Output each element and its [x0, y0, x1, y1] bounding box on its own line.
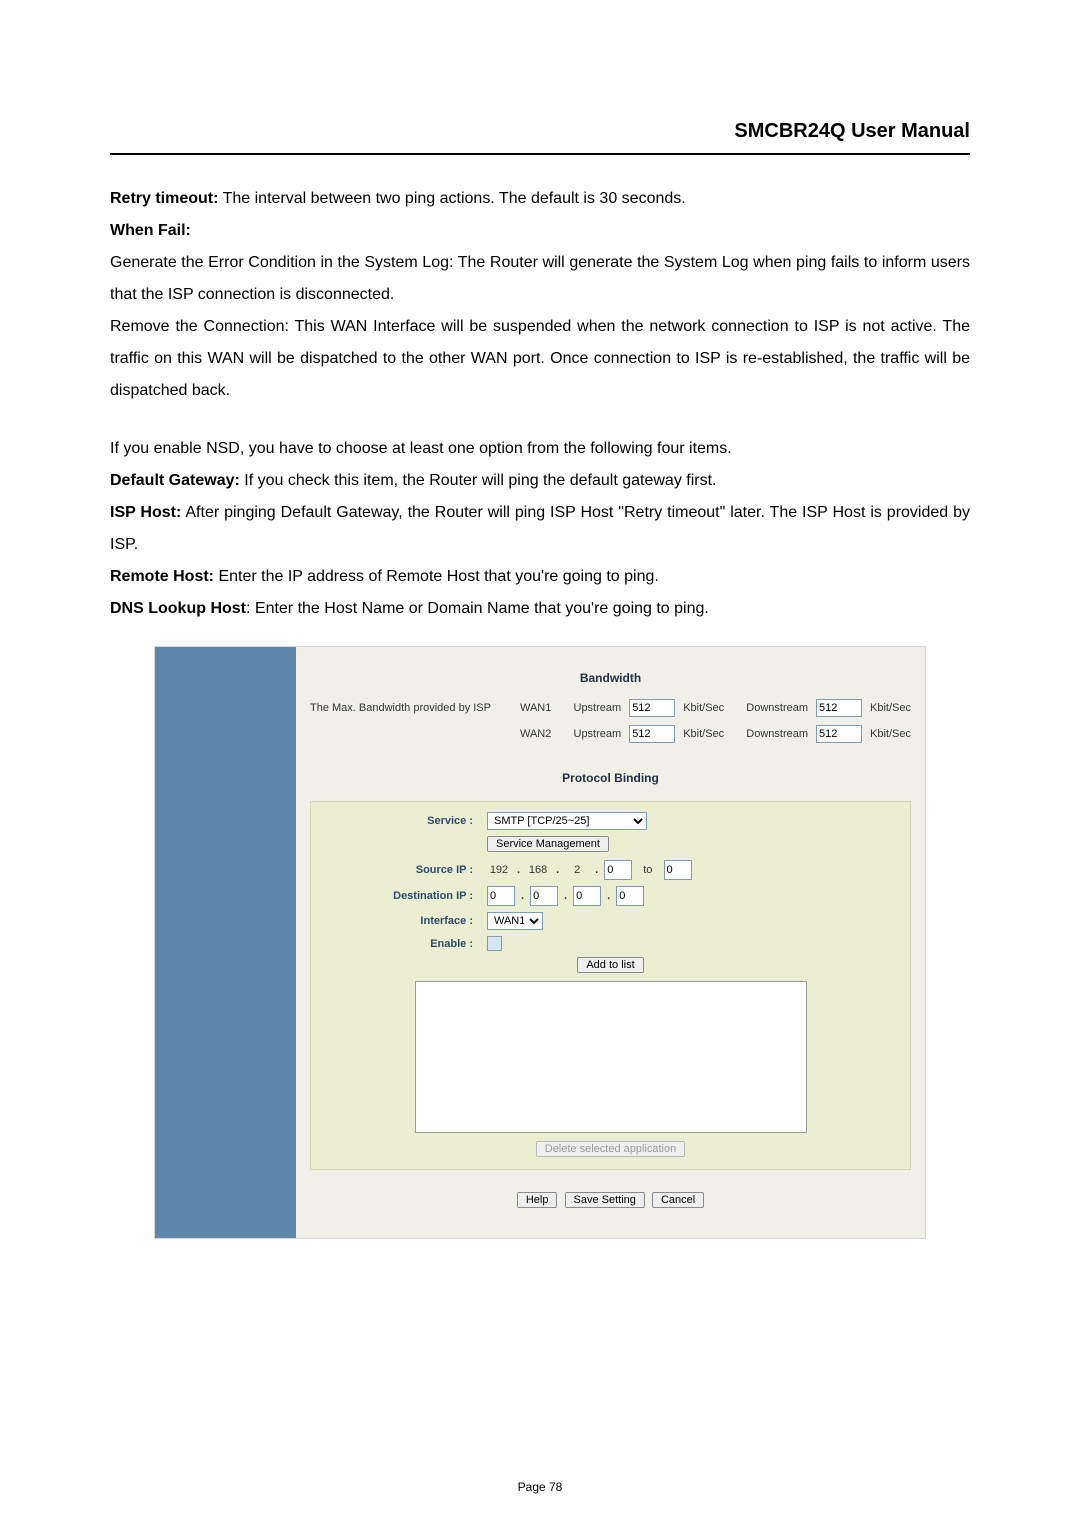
label-remote-host: Remote Host:	[110, 568, 214, 585]
protocol-binding-panel: Service : SMTP [TCP/25~25] Service Manag…	[310, 801, 911, 1170]
dest-ip-label: Destination IP :	[323, 890, 487, 902]
source-ip-to-label: to	[643, 864, 652, 876]
interface-select[interactable]: WAN1	[487, 912, 543, 930]
label-isp-host: ISP Host:	[110, 504, 181, 521]
label-default-gateway: Default Gateway:	[110, 472, 240, 489]
cancel-button[interactable]: Cancel	[652, 1192, 704, 1208]
wan2-downstream-unit: Kbit/Sec	[870, 728, 911, 740]
text-remove-connection: Remove the Connection: This WAN Interfac…	[110, 311, 970, 407]
dest-ip-oct2[interactable]	[530, 886, 558, 906]
source-ip-oct2: 168	[526, 864, 550, 876]
wan1-downstream-input[interactable]	[816, 699, 862, 717]
wan1-downstream-unit: Kbit/Sec	[870, 702, 911, 714]
source-ip-label: Source IP :	[323, 864, 487, 876]
enable-checkbox[interactable]	[487, 936, 502, 951]
text-dns-lookup-host: : Enter the Host Name or Domain Name tha…	[246, 600, 709, 617]
enable-label: Enable :	[323, 938, 487, 950]
bandwidth-caption: The Max. Bandwidth provided by ISP	[310, 702, 510, 714]
source-ip-oct1: 192	[487, 864, 511, 876]
dest-ip-oct4[interactable]	[616, 886, 644, 906]
page-footer: Page 78	[0, 1480, 1080, 1494]
document-page: SMCBR24Q User Manual Retry timeout: The …	[0, 0, 1080, 1528]
service-select[interactable]: SMTP [TCP/25~25]	[487, 812, 647, 830]
bottom-button-row: Help Save Setting Cancel	[310, 1192, 911, 1208]
service-label: Service :	[323, 815, 487, 827]
save-setting-button[interactable]: Save Setting	[565, 1192, 645, 1208]
wan1-downstream-label: Downstream	[746, 702, 808, 714]
help-button[interactable]: Help	[517, 1192, 558, 1208]
wan2-upstream-input[interactable]	[629, 725, 675, 743]
label-dns-lookup-host: DNS Lookup Host	[110, 600, 246, 617]
bandwidth-row-wan2: WAN2 Upstream Kbit/Sec Downstream Kbit/S…	[310, 725, 911, 743]
text-isp-host: After pinging Default Gateway, the Route…	[110, 504, 970, 553]
label-when-fail: When Fail:	[110, 222, 191, 239]
body-text: Retry timeout: The interval between two …	[110, 183, 970, 625]
wan2-downstream-input[interactable]	[816, 725, 862, 743]
router-ui-screenshot: Bandwidth The Max. Bandwidth provided by…	[155, 647, 925, 1238]
source-ip-oct4[interactable]	[604, 860, 632, 880]
source-ip-to[interactable]	[664, 860, 692, 880]
delete-selected-button[interactable]: Delete selected application	[536, 1141, 685, 1157]
wan1-label: WAN1	[520, 702, 551, 714]
label-retry-timeout: Retry timeout:	[110, 190, 218, 207]
wan2-label: WAN2	[520, 728, 551, 740]
source-ip-oct3: 2	[565, 864, 589, 876]
add-to-list-button[interactable]: Add to list	[577, 957, 643, 973]
wan1-upstream-label: Upstream	[574, 702, 622, 714]
wan2-upstream-unit: Kbit/Sec	[683, 728, 724, 740]
wan2-upstream-label: Upstream	[574, 728, 622, 740]
text-remote-host: Enter the IP address of Remote Host that…	[214, 568, 659, 585]
text-nsd-intro: If you enable NSD, you have to choose at…	[110, 433, 970, 465]
bandwidth-title: Bandwidth	[310, 671, 911, 685]
title-rule	[110, 153, 970, 155]
dest-ip-oct3[interactable]	[573, 886, 601, 906]
doc-title: SMCBR24Q User Manual	[110, 120, 970, 143]
interface-label: Interface :	[323, 915, 487, 927]
wan1-upstream-unit: Kbit/Sec	[683, 702, 724, 714]
text-default-gateway: If you check this item, the Router will …	[240, 472, 717, 489]
text-retry-timeout: The interval between two ping actions. T…	[218, 190, 685, 207]
binding-listbox[interactable]	[415, 981, 807, 1133]
wan2-downstream-label: Downstream	[746, 728, 808, 740]
service-management-button[interactable]: Service Management	[487, 836, 609, 852]
text-generate-error: Generate the Error Condition in the Syst…	[110, 247, 970, 311]
protocol-binding-title: Protocol Binding	[310, 771, 911, 785]
dest-ip-oct1[interactable]	[487, 886, 515, 906]
router-main: Bandwidth The Max. Bandwidth provided by…	[296, 647, 925, 1238]
router-sidebar	[155, 647, 296, 1238]
wan1-upstream-input[interactable]	[629, 699, 675, 717]
bandwidth-row-wan1: The Max. Bandwidth provided by ISP WAN1 …	[310, 699, 911, 717]
